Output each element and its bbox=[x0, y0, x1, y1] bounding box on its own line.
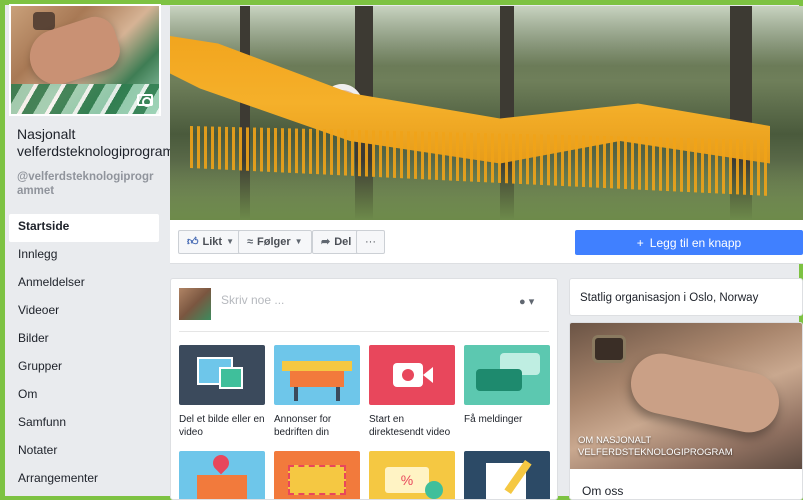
like-button[interactable]: 👍︎ Likt ▼ bbox=[178, 230, 243, 254]
share-button[interactable]: ➦ Del bbox=[312, 230, 361, 254]
share-arrow-icon: ➦ bbox=[321, 236, 331, 248]
camera-icon[interactable] bbox=[137, 94, 153, 107]
tile-offer[interactable]: % bbox=[369, 451, 455, 499]
about-hand bbox=[625, 348, 785, 438]
composer-input[interactable]: Skriv noe ... bbox=[221, 293, 501, 307]
sidebar-item-anmeldelser[interactable]: Anmeldelser bbox=[9, 270, 159, 298]
rss-icon: ≈ bbox=[247, 236, 254, 248]
tile-share-photo-video[interactable]: Del et bilde eller en video bbox=[179, 345, 265, 439]
like-label: Likt bbox=[202, 236, 223, 248]
tile-label: Få meldinger bbox=[464, 414, 523, 425]
profile-watch bbox=[33, 12, 55, 30]
post-composer: Skriv noe ... ● ▾ Del et bilde eller en … bbox=[170, 278, 558, 500]
follow-button[interactable]: ≈ Følger ▼ bbox=[238, 230, 312, 254]
chat-bubbles-icon bbox=[464, 345, 550, 405]
live-camera-icon bbox=[369, 345, 455, 405]
page-name[interactable]: Nasjonalt velferdsteknologiprogram bbox=[17, 126, 174, 160]
sidebar-item-startside[interactable]: Startside bbox=[9, 214, 159, 242]
about-caption: OM NASJONALT VELFERDSTEKNOLOGIPROGRAM bbox=[578, 435, 733, 458]
about-card[interactable]: OM NASJONALT VELFERDSTEKNOLOGIPROGRAM Om… bbox=[569, 322, 803, 500]
about-title: Om oss bbox=[582, 484, 624, 498]
thumbs-up-icon: 👍︎ bbox=[187, 236, 199, 248]
about-watch bbox=[592, 335, 626, 363]
sidebar-item-arrangementer[interactable]: Arrangementer bbox=[9, 466, 159, 494]
page-action-bar: 👍︎ Likt ▼ ≈ Følger ▼ ➦ Del ··· + Legg ti… bbox=[170, 220, 803, 264]
tile-label: Annonser for bedriften din bbox=[274, 414, 332, 438]
tile-advertise-business[interactable]: Annonser for bedriften din bbox=[274, 345, 360, 439]
page-category: Statlig organisasjon i Oslo, Norway bbox=[569, 278, 803, 316]
page-handle[interactable]: @velferdsteknologiprogrammet bbox=[17, 170, 157, 198]
more-button[interactable]: ··· bbox=[356, 230, 385, 254]
cover-photo[interactable] bbox=[170, 6, 803, 220]
sidebar-item-grupper[interactable]: Grupper bbox=[9, 354, 159, 382]
tile-note[interactable] bbox=[464, 451, 550, 499]
sidebar-item-samfunn[interactable]: Samfunn bbox=[9, 410, 159, 438]
divider bbox=[179, 331, 549, 332]
location-store-icon bbox=[179, 451, 265, 499]
follow-label: Følger bbox=[257, 236, 291, 248]
tile-event[interactable] bbox=[274, 451, 360, 499]
sidebar-item-notater[interactable]: Notater bbox=[9, 438, 159, 466]
tile-start-live-video[interactable]: Start en direktesendt video bbox=[369, 345, 455, 439]
add-button-label: Legg til en knapp bbox=[649, 235, 742, 250]
profile-picture[interactable] bbox=[9, 4, 161, 116]
sidebar-item-bilder[interactable]: Bilder bbox=[9, 326, 159, 354]
plus-icon: + bbox=[636, 235, 644, 250]
sidebar-item-om[interactable]: Om bbox=[9, 382, 159, 410]
discount-icon: % bbox=[369, 451, 455, 499]
cover-sky bbox=[170, 6, 803, 66]
photo-video-icon bbox=[179, 345, 265, 405]
sidebar-nav: Startside Innlegg Anmeldelser Videoer Bi… bbox=[9, 214, 159, 494]
sidebar-item-innlegg[interactable]: Innlegg bbox=[9, 242, 159, 270]
add-button-cta[interactable]: + Legg til en knapp bbox=[575, 230, 803, 255]
tile-location[interactable] bbox=[179, 451, 265, 499]
share-label: Del bbox=[334, 236, 352, 248]
tile-label: Del et bilde eller en video bbox=[179, 414, 265, 438]
audience-selector-icon[interactable]: ● ▾ bbox=[519, 295, 534, 308]
shop-stall-icon bbox=[274, 345, 360, 405]
tile-label: Start en direktesendt video bbox=[369, 414, 451, 438]
sidebar-item-videoer[interactable]: Videoer bbox=[9, 298, 159, 326]
avatar bbox=[179, 288, 211, 320]
note-icon bbox=[464, 451, 550, 499]
chevron-down-icon: ▼ bbox=[294, 237, 303, 246]
tile-get-messages[interactable]: Få meldinger bbox=[464, 345, 550, 426]
ticket-icon bbox=[274, 451, 360, 499]
chevron-down-icon: ▼ bbox=[226, 237, 234, 246]
about-image: OM NASJONALT VELFERDSTEKNOLOGIPROGRAM bbox=[570, 323, 802, 469]
